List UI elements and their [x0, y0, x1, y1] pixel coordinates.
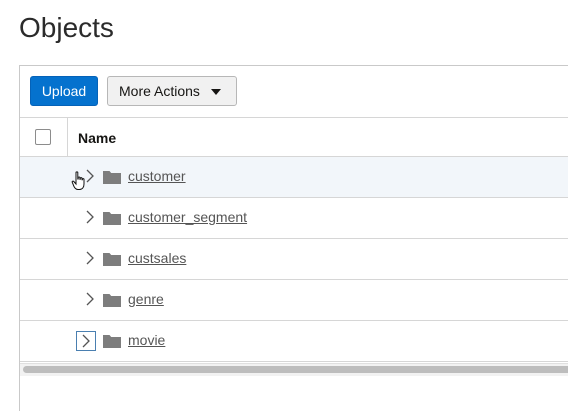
table-row[interactable]: customer — [20, 157, 568, 198]
table-row[interactable]: customer_segment — [20, 198, 568, 239]
object-link[interactable]: customer — [128, 168, 186, 184]
object-link[interactable]: movie — [128, 332, 165, 348]
expand-chevron-icon[interactable] — [83, 210, 97, 224]
upload-button[interactable]: Upload — [30, 76, 98, 106]
select-all-cell — [20, 118, 68, 156]
table-header: Name — [20, 117, 568, 157]
expand-chevron-icon[interactable] — [83, 251, 97, 265]
hand-cursor-icon — [71, 171, 87, 191]
folder-icon — [103, 170, 121, 184]
expand-chevron-icon[interactable] — [76, 331, 96, 351]
page-title: Objects — [19, 12, 114, 43]
object-link[interactable]: customer_segment — [128, 209, 247, 225]
scrollbar-thumb[interactable] — [23, 366, 568, 373]
object-link[interactable]: custsales — [128, 250, 186, 266]
table-row[interactable]: genre — [20, 280, 568, 321]
objects-panel: Upload More Actions Name customer custom… — [19, 65, 568, 411]
object-link[interactable]: genre — [128, 291, 164, 307]
select-all-checkbox[interactable] — [35, 129, 51, 145]
folder-icon — [103, 211, 121, 225]
expand-chevron-icon[interactable] — [83, 292, 97, 306]
folder-icon — [103, 293, 121, 307]
caret-down-icon — [211, 89, 221, 95]
table-row[interactable]: custsales — [20, 239, 568, 280]
more-actions-button[interactable]: More Actions — [107, 76, 237, 106]
folder-icon — [103, 252, 121, 266]
column-header-name[interactable]: Name — [78, 130, 116, 146]
horizontal-scrollbar[interactable] — [20, 363, 568, 376]
folder-icon — [103, 334, 121, 348]
more-actions-label: More Actions — [119, 83, 200, 99]
table-row[interactable]: movie — [20, 321, 568, 362]
